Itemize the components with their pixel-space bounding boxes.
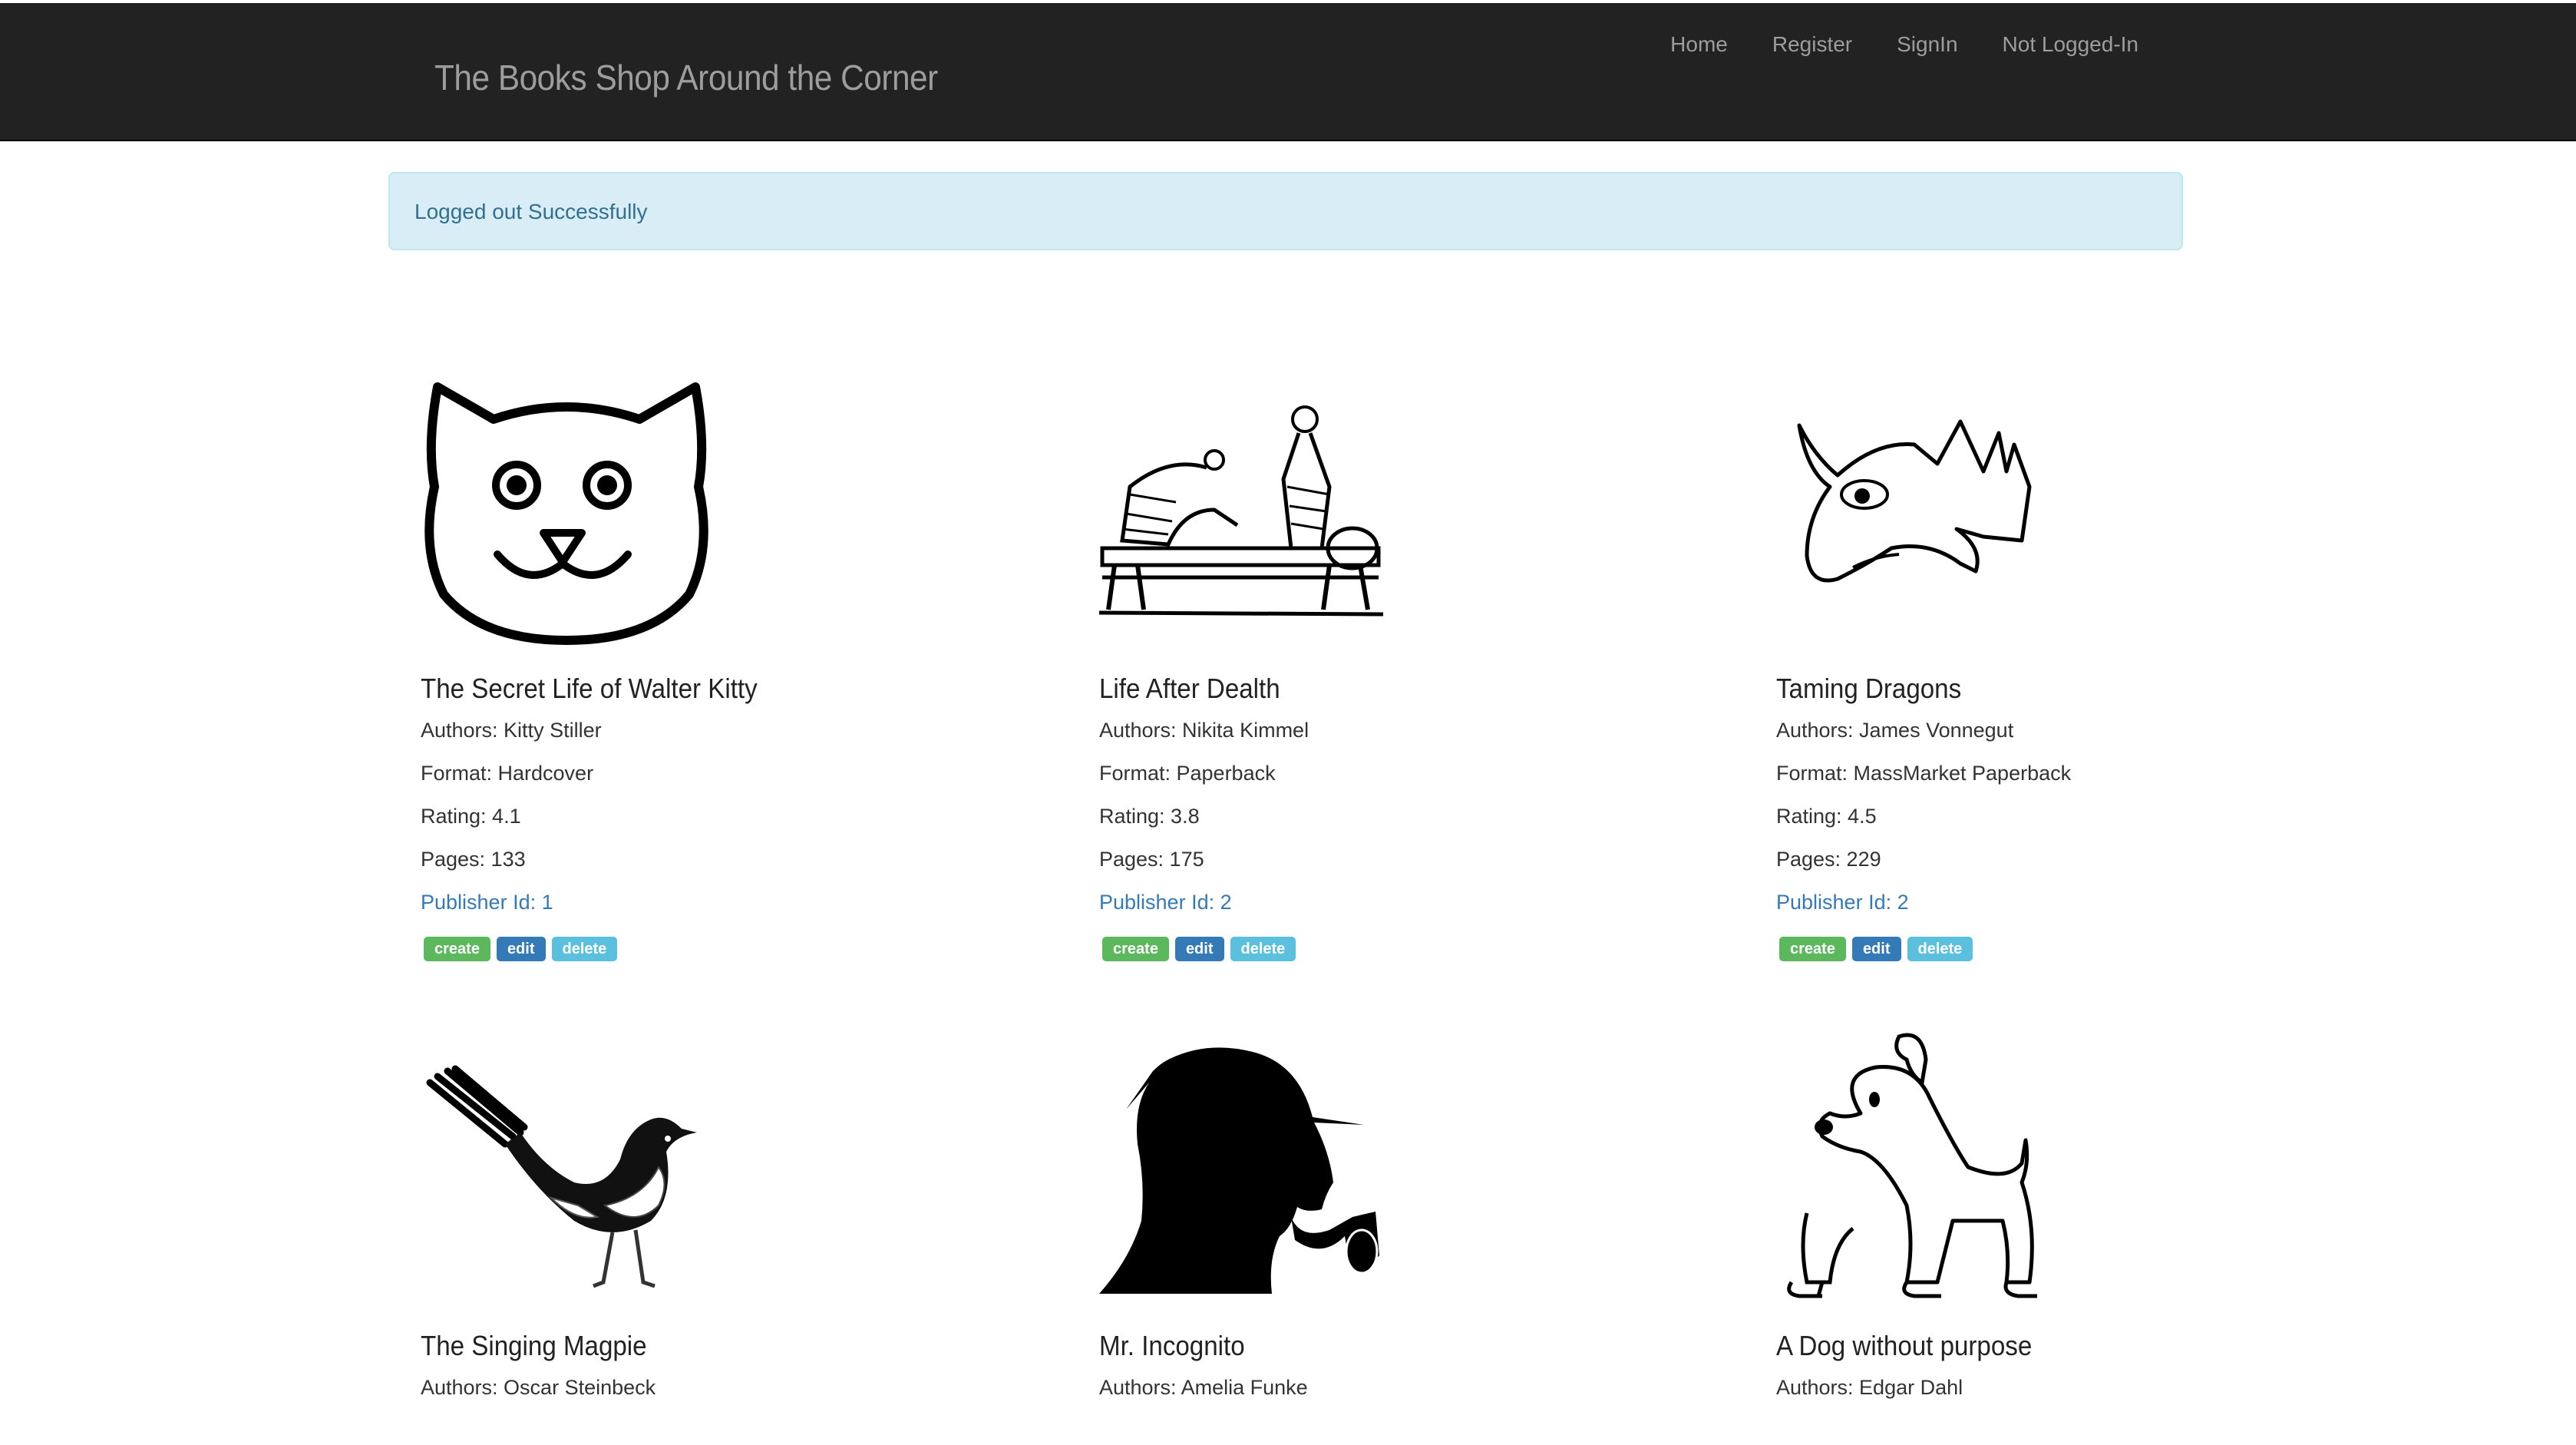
delete-button[interactable]: delete [1907, 937, 1973, 961]
brand-title[interactable]: The Books Shop Around the Corner [434, 57, 938, 98]
book-authors: Authors: Nikita Kimmel [1099, 719, 1309, 742]
publisher-link[interactable]: Publisher Id: 1 [421, 891, 553, 914]
nav-home[interactable]: Home [1670, 32, 1728, 57]
create-button[interactable]: create [424, 937, 490, 961]
book-title[interactable]: The Singing Magpie [421, 1330, 647, 1362]
edit-button[interactable]: edit [1174, 937, 1224, 961]
book-card: Life After Dealth Authors: Nikita Kimmel… [1099, 372, 1729, 970]
book-actions: create edit delete [1779, 937, 1973, 961]
alert-message: Logged out Successfully [414, 200, 648, 223]
cat-icon [424, 382, 708, 645]
create-button[interactable]: create [1102, 937, 1169, 961]
publisher-link[interactable]: Publisher Id: 2 [1776, 891, 1909, 914]
book-pages: Pages: 175 [1099, 848, 1204, 871]
magpie-icon [426, 1065, 697, 1288]
book-rating: Rating: 4.1 [421, 805, 521, 828]
book-card: Taming Dragons Authors: James Vonnegut F… [1776, 372, 2406, 970]
book-format: Format: MassMarket Paperback [1776, 762, 2072, 785]
book-card: The Secret Life of Walter Kitty Authors:… [421, 372, 1050, 970]
book-rating: Rating: 4.5 [1776, 805, 1877, 828]
delete-button[interactable]: delete [1230, 937, 1296, 961]
nav-register[interactable]: Register [1772, 32, 1852, 57]
nav-links: Home Register SignIn Not Logged-In [1626, 32, 2138, 57]
nav-login-status[interactable]: Not Logged-In [2003, 32, 2138, 57]
book-actions: create edit delete [424, 937, 618, 961]
book-title[interactable]: Taming Dragons [1776, 673, 1961, 705]
book-title[interactable]: A Dog without purpose [1776, 1330, 2032, 1362]
book-card: Mr. Incognito Authors: Amelia Funke [1099, 1029, 1729, 1445]
create-button[interactable]: create [1779, 937, 1846, 961]
delete-button[interactable]: delete [551, 937, 618, 961]
book-pages: Pages: 133 [421, 848, 526, 871]
book-authors: Authors: Oscar Steinbeck [421, 1376, 656, 1399]
book-pages: Pages: 229 [1776, 848, 1881, 871]
book-rating: Rating: 3.8 [1099, 805, 1200, 828]
edit-button[interactable]: edit [496, 937, 546, 961]
book-title[interactable]: The Secret Life of Walter Kitty [421, 673, 758, 705]
book-authors: Authors: James Vonnegut [1776, 719, 2014, 742]
dragon-icon [1797, 419, 2032, 583]
egyptian-embalming-icon [1099, 405, 1384, 617]
book-card: A Dog without purpose Authors: Edgar Dah… [1776, 1029, 2406, 1445]
top-navbar: The Books Shop Around the Corner Home Re… [0, 3, 2576, 141]
logout-alert: Logged out Successfully [388, 172, 2183, 250]
edit-button[interactable]: edit [1851, 937, 1901, 961]
book-title[interactable]: Life After Dealth [1099, 673, 1280, 705]
book-authors: Authors: Amelia Funke [1099, 1376, 1308, 1399]
detective-silhouette-icon [1099, 1047, 1379, 1294]
book-format: Format: Paperback [1099, 762, 1276, 785]
book-format: Format: Hardcover [421, 762, 594, 785]
book-authors: Authors: Edgar Dahl [1776, 1376, 1963, 1399]
book-authors: Authors: Kitty Stiller [421, 719, 602, 742]
book-title[interactable]: Mr. Incognito [1099, 1330, 1245, 1362]
publisher-link[interactable]: Publisher Id: 2 [1099, 891, 1232, 914]
book-card: The Singing Magpie Authors: Oscar Steinb… [421, 1029, 1050, 1445]
nav-signin[interactable]: SignIn [1897, 32, 1957, 57]
book-actions: create edit delete [1102, 937, 1296, 961]
dog-icon [1787, 1033, 2037, 1298]
